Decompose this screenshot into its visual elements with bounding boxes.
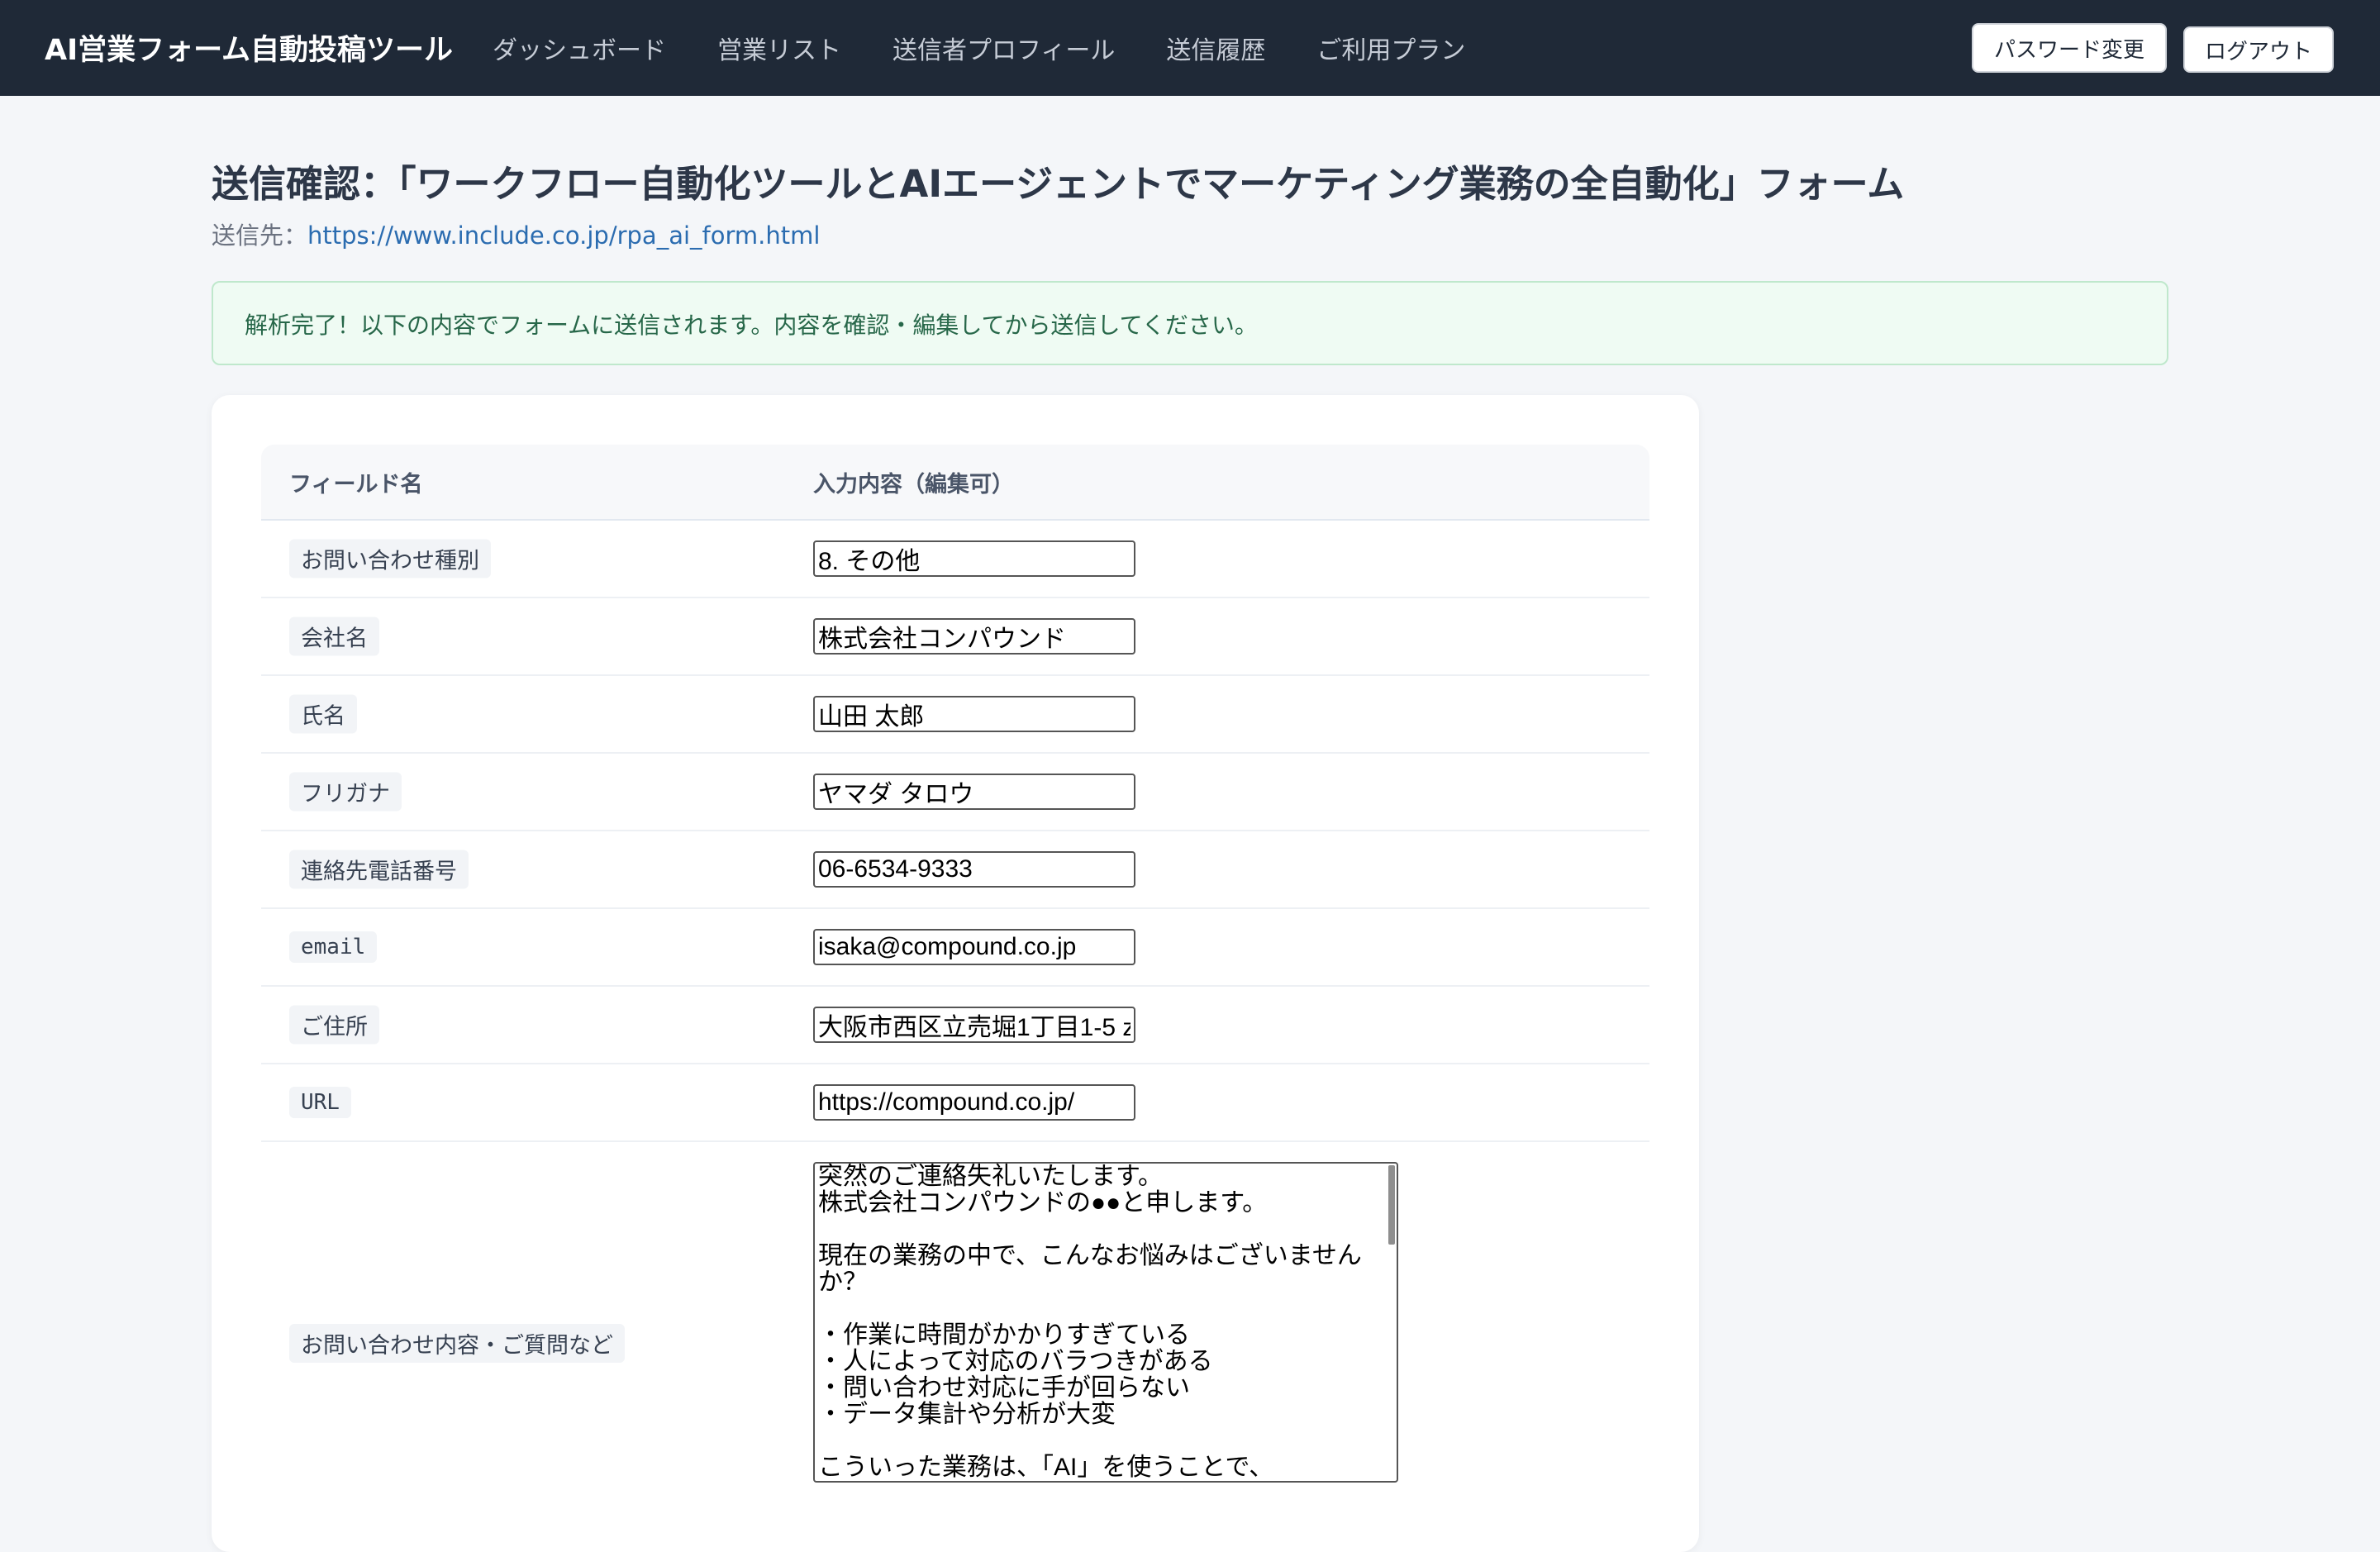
nav-link-sender-profile[interactable]: 送信者プロフィール <box>892 30 1115 66</box>
change-password-button[interactable]: パスワード変更 <box>1972 23 2167 73</box>
full-name-input[interactable] <box>813 696 1135 732</box>
top-navbar: AI営業フォーム自動投稿ツール ダッシュボード 営業リスト 送信者プロフィール … <box>0 0 2380 96</box>
app-brand[interactable]: AI営業フォーム自動投稿ツール <box>45 26 453 69</box>
field-label: email <box>289 931 378 963</box>
field-label: フリガナ <box>289 772 402 812</box>
nav-links: ダッシュボード 営業リスト 送信者プロフィール 送信履歴 ご利用プラン <box>493 30 1465 66</box>
field-label: URL <box>289 1087 351 1118</box>
destination-line: 送信先：https://www.include.co.jp/rpa_ai_for… <box>212 217 820 251</box>
form-card: フィールド名 入力内容（編集可） お問い合わせ種別 会社名 氏名 フリガナ 連絡… <box>212 395 1699 1552</box>
field-label: お問い合わせ種別 <box>289 539 491 578</box>
destination-label: 送信先： <box>212 221 308 250</box>
table-row: フリガナ <box>261 754 1649 831</box>
field-label: 連絡先電話番号 <box>289 850 469 889</box>
furigana-input[interactable] <box>813 774 1135 810</box>
nav-link-sales-list[interactable]: 営業リスト <box>717 30 841 66</box>
table-row: お問い合わせ種別 <box>261 521 1649 598</box>
address-input[interactable] <box>813 1007 1135 1043</box>
page-title: 送信確認：「ワークフロー自動化ツールとAIエージェントでマーケティング業務の全自… <box>212 162 1905 206</box>
company-name-input[interactable] <box>813 618 1135 655</box>
url-input[interactable] <box>813 1084 1135 1121</box>
header-field-name: フィールド名 <box>289 472 423 497</box>
nav-link-send-history[interactable]: 送信履歴 <box>1166 30 1265 66</box>
table-row: email <box>261 909 1649 987</box>
nav-link-dashboard[interactable]: ダッシュボード <box>493 30 666 66</box>
phone-input[interactable] <box>813 851 1135 888</box>
header-input-value: 入力内容（編集可） <box>813 472 1014 497</box>
table-row: URL <box>261 1064 1649 1142</box>
inquiry-type-input[interactable] <box>813 540 1135 577</box>
table-row: 連絡先電話番号 <box>261 831 1649 909</box>
form-fields-table: フィールド名 入力内容（編集可） お問い合わせ種別 会社名 氏名 フリガナ 連絡… <box>261 445 1649 1522</box>
destination-url-link[interactable]: https://www.include.co.jp/rpa_ai_form.ht… <box>307 221 820 250</box>
logout-button[interactable]: ログアウト <box>2183 26 2334 73</box>
field-label: 会社名 <box>289 617 379 656</box>
table-row: 氏名 <box>261 676 1649 754</box>
table-header: フィールド名 入力内容（編集可） <box>261 445 1649 521</box>
nav-link-plan[interactable]: ご利用プラン <box>1316 30 1465 66</box>
email-input[interactable] <box>813 929 1135 965</box>
table-row: お問い合わせ内容・ご質問など 突然のご連絡失礼いたします。 株式会社コンパウンド… <box>261 1142 1649 1522</box>
field-label: お問い合わせ内容・ご質問など <box>289 1324 625 1363</box>
inquiry-message-textarea[interactable]: 突然のご連絡失礼いたします。 株式会社コンパウンドの●●と申します。 現在の業務… <box>813 1162 1398 1483</box>
table-row: ご住所 <box>261 987 1649 1064</box>
table-row: 会社名 <box>261 598 1649 676</box>
field-label: ご住所 <box>289 1005 379 1045</box>
field-label: 氏名 <box>289 694 357 734</box>
success-alert: 解析完了！以下の内容でフォームに送信されます。内容を確認・編集してから送信してく… <box>212 281 2168 365</box>
textarea-scrollbar[interactable] <box>1388 1165 1395 1245</box>
